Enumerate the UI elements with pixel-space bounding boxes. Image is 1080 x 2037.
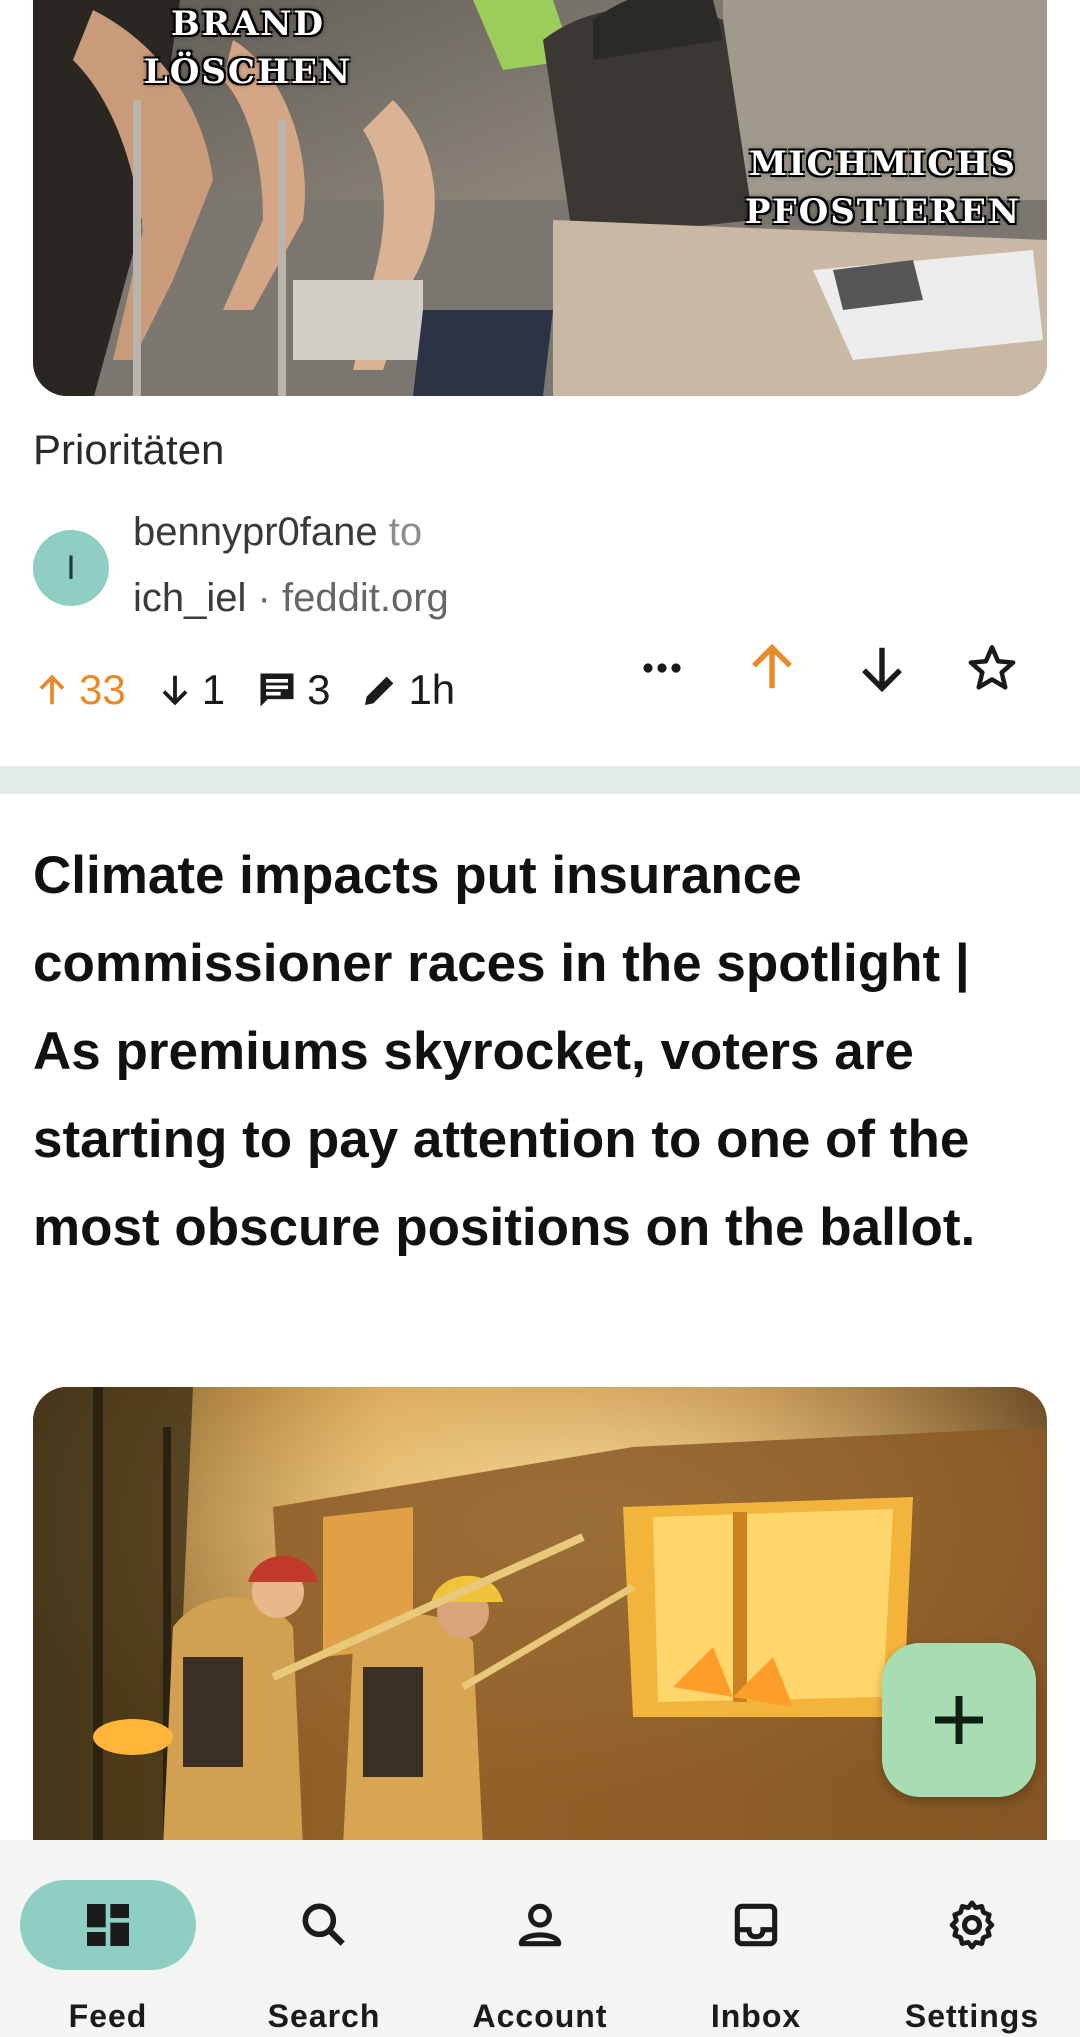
- post-image[interactable]: BRAND LÖSCHEN MICHMICHS PFOSTIEREN: [33, 0, 1047, 396]
- save-button[interactable]: [952, 628, 1032, 708]
- nav-item-search[interactable]: Search: [216, 1840, 432, 2037]
- search-icon: [302, 1903, 345, 1946]
- post-title[interactable]: Prioritäten: [33, 426, 224, 474]
- nav-label-account: Account: [472, 1998, 608, 2034]
- nav-item-feed[interactable]: Feed: [0, 1840, 216, 2037]
- upvote-count-value: 33: [79, 666, 126, 713]
- dashboard-icon: [87, 1904, 129, 1946]
- upvote-button[interactable]: [732, 628, 812, 708]
- nav-icon-container: [668, 1880, 844, 1970]
- bottom-navigation: Feed Search Account Inbox Settings: [0, 1840, 1080, 2037]
- nav-active-indicator: [20, 1880, 196, 1970]
- arrow-down-icon: [862, 647, 902, 693]
- arrow-up-icon: [752, 643, 792, 689]
- person-icon: [518, 1903, 562, 1947]
- more-horizontal-icon: [643, 663, 681, 673]
- nav-item-account[interactable]: Account: [432, 1840, 648, 2037]
- comment-count-value: 3: [307, 666, 331, 713]
- comment-icon: [260, 673, 294, 707]
- post-stats: 33 1 3 1h: [33, 660, 455, 720]
- community-name[interactable]: ich_iel: [133, 576, 246, 620]
- post-age-value: 1h: [408, 666, 456, 713]
- separator-dot: ·: [257, 576, 271, 620]
- upvote-count: 33: [33, 666, 126, 714]
- arrow-up-icon: [39, 674, 65, 705]
- meme-caption-right-line1: MICHMICHS: [748, 144, 1017, 184]
- gear-icon: [949, 1900, 995, 1950]
- arrow-down-icon: [162, 675, 188, 706]
- post-title[interactable]: Climate impacts put insurance commission…: [33, 832, 1043, 1272]
- nav-icon-container: [452, 1880, 628, 1970]
- create-post-button[interactable]: [882, 1643, 1036, 1797]
- nav-item-inbox[interactable]: Inbox: [648, 1840, 864, 2037]
- nav-icon-container: [884, 1880, 1060, 1970]
- post-age: 1h: [360, 666, 455, 714]
- instance-name: feddit.org: [281, 576, 449, 620]
- meme-caption-right-line2: PFOSTIEREN: [744, 192, 1022, 232]
- meme-caption-left-line1: BRAND: [171, 4, 325, 44]
- plus-icon: [935, 1696, 983, 1744]
- nav-label-feed: Feed: [68, 1998, 148, 2034]
- community-avatar[interactable]: I: [33, 530, 109, 606]
- nav-icon-container: [236, 1880, 412, 1970]
- downvote-button[interactable]: [842, 628, 922, 708]
- star-outline-icon: [968, 645, 1016, 690]
- comment-count: 3: [255, 666, 330, 714]
- downvote-count-value: 1: [201, 666, 226, 713]
- post-community-line: ich_iel · feddit.org: [133, 576, 449, 621]
- nav-label-settings: Settings: [904, 1998, 1040, 2034]
- post-divider: [0, 766, 1080, 794]
- author-name[interactable]: bennypr0fane: [133, 510, 378, 554]
- nav-label-search: Search: [267, 1998, 381, 2034]
- more-options-button[interactable]: [622, 628, 702, 708]
- nav-item-settings[interactable]: Settings: [864, 1840, 1080, 2037]
- post-author-line: bennypr0fane to: [133, 510, 422, 555]
- pencil-icon: [365, 676, 394, 705]
- to-label: to: [388, 510, 423, 554]
- downvote-count: 1: [156, 666, 225, 714]
- inbox-icon: [734, 1903, 778, 1947]
- nav-label-inbox: Inbox: [710, 1998, 802, 2034]
- meme-caption-left-line2: LÖSCHEN: [143, 52, 353, 92]
